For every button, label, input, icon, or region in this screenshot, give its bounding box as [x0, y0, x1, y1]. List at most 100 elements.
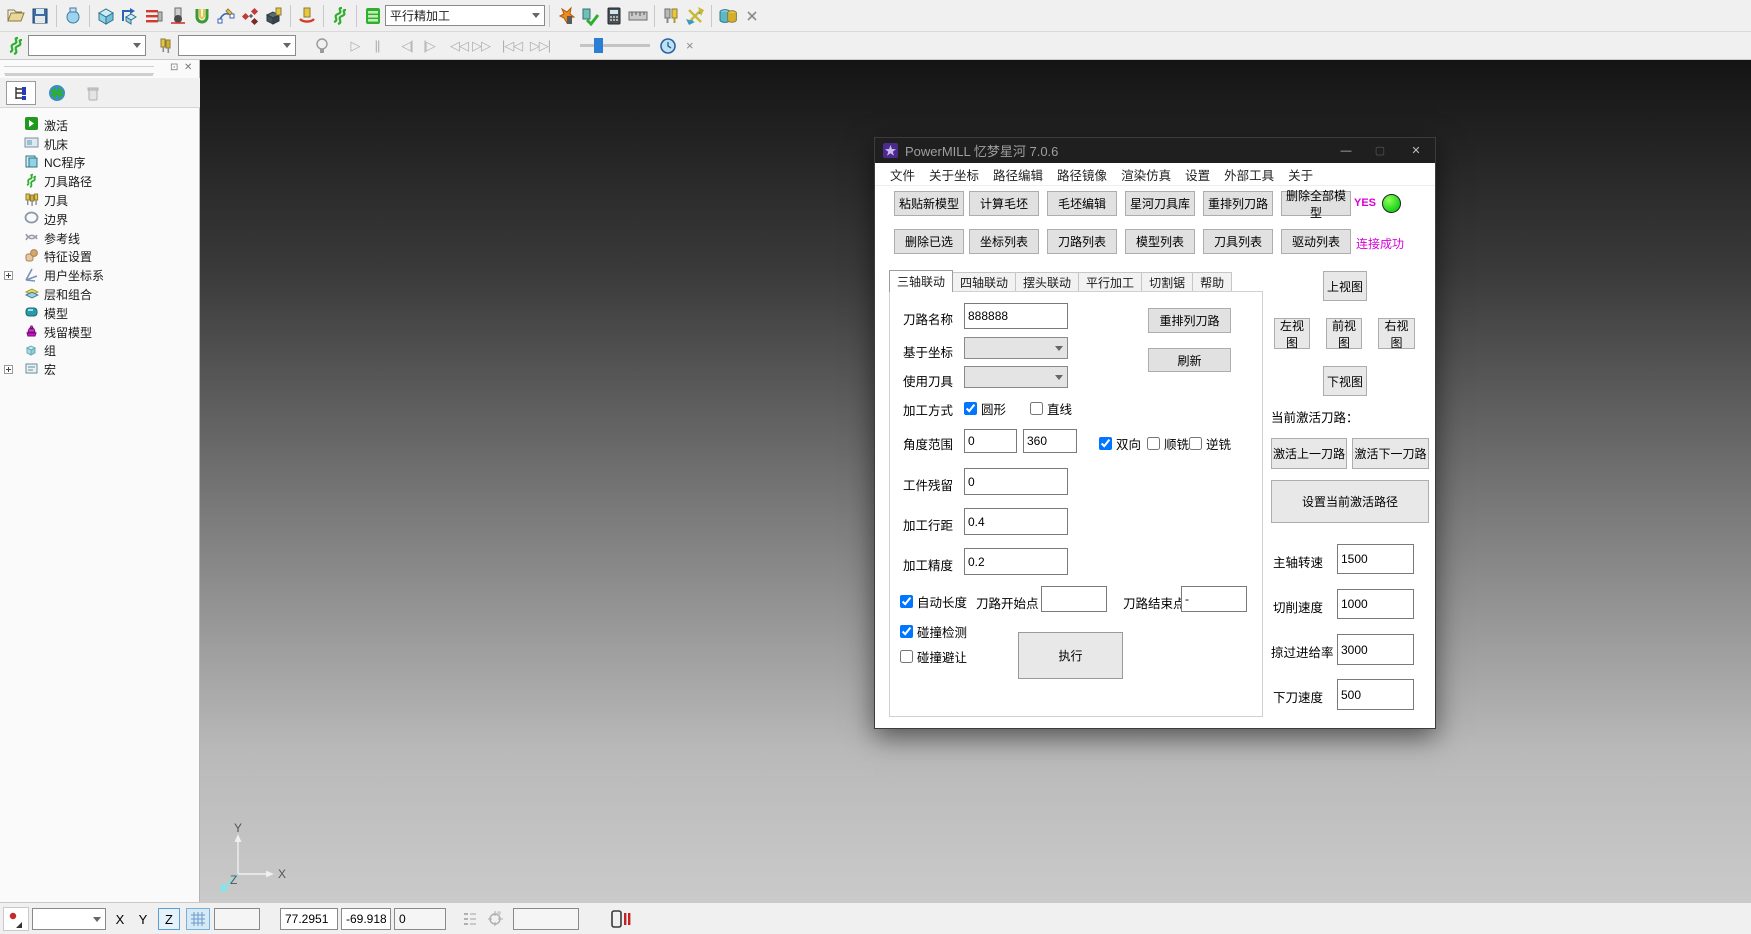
toolpath-list-button[interactable]: 刀路列表: [1047, 229, 1117, 254]
curve-editor-icon[interactable]: [214, 4, 238, 28]
menu-external-tools[interactable]: 外部工具: [1217, 163, 1281, 185]
drive-list-button[interactable]: 驱动列表: [1281, 229, 1351, 254]
tree-item-nc-program[interactable]: NC程序: [0, 154, 200, 173]
tree-item-models[interactable]: 模型: [0, 304, 200, 323]
use-tool-dropdown[interactable]: [964, 366, 1068, 388]
model-list-button[interactable]: 模型列表: [1125, 229, 1195, 254]
grid-size-field[interactable]: [214, 908, 260, 930]
clock-icon[interactable]: [656, 34, 680, 58]
save-project-icon[interactable]: [28, 4, 52, 28]
angle-to-input[interactable]: [1023, 429, 1077, 453]
grid-toggle-button[interactable]: [186, 908, 210, 930]
tool-pair-icon[interactable]: [659, 4, 683, 28]
climb-mill-checkbox[interactable]: 顺铣: [1147, 434, 1189, 453]
explorer-web-button[interactable]: [42, 81, 72, 105]
tool-verify-icon[interactable]: [578, 4, 602, 28]
menu-about-coords[interactable]: 关于坐标: [922, 163, 986, 185]
tree-item-patterns[interactable]: 参考线: [0, 229, 200, 248]
explorer-tree-button[interactable]: [6, 81, 36, 105]
skim-feed-input[interactable]: [1337, 634, 1414, 665]
menu-about[interactable]: 关于: [1281, 163, 1320, 185]
view-right-button[interactable]: 右视图: [1378, 318, 1415, 349]
mode-circle-checkbox[interactable]: 圆形: [964, 399, 1006, 418]
tree-item-workplanes[interactable]: 用户坐标系: [0, 266, 200, 285]
cutting-feed-input[interactable]: [1337, 589, 1414, 619]
angle-from-input[interactable]: [964, 429, 1017, 453]
rewind-button[interactable]: ◁◁: [448, 38, 470, 54]
tab-tilthead[interactable]: 摆头联动: [1016, 272, 1079, 292]
expand-icon[interactable]: [4, 271, 13, 280]
tab-help[interactable]: 帮助: [1193, 272, 1232, 292]
delete-all-models-button[interactable]: 删除全部模型: [1281, 191, 1351, 216]
xyz-list-icon[interactable]: [462, 910, 478, 933]
axis-z-button[interactable]: Z: [158, 908, 180, 930]
points-icon[interactable]: [238, 4, 262, 28]
sim-toolpath-dropdown[interactable]: [28, 35, 146, 56]
tree-item-machine[interactable]: 机床: [0, 135, 200, 154]
fast-forward-button[interactable]: ▷▷: [470, 38, 492, 54]
tab-parallel[interactable]: 平行加工: [1079, 272, 1142, 292]
play-button[interactable]: ▷: [344, 38, 366, 54]
calculator-icon[interactable]: [602, 4, 626, 28]
block-tool-icon[interactable]: [262, 4, 286, 28]
panel-close-icon[interactable]: ✕: [184, 62, 192, 73]
tool-list-button[interactable]: 刀具列表: [1203, 229, 1273, 254]
statusbar-dropdown[interactable]: [32, 908, 106, 930]
auto-length-checkbox[interactable]: 自动长度: [900, 592, 967, 611]
tree-item-feature-sets[interactable]: 特征设置: [0, 248, 200, 267]
axis-x-button[interactable]: X: [111, 908, 129, 930]
tree-item-groups[interactable]: 组: [0, 342, 200, 361]
locate-icon[interactable]: [486, 909, 504, 932]
rearrange-button[interactable]: 重排列刀路: [1148, 308, 1231, 333]
menu-file[interactable]: 文件: [883, 163, 922, 185]
open-project-icon[interactable]: [4, 4, 28, 28]
mode-line-checkbox[interactable]: 直线: [1030, 399, 1072, 418]
block-toolpath-icon[interactable]: [118, 4, 142, 28]
panel-grip[interactable]: [4, 66, 154, 74]
close-button[interactable]: ✕: [1399, 138, 1433, 163]
menu-path-edit[interactable]: 路径编辑: [986, 163, 1050, 185]
view-bottom-button[interactable]: 下视图: [1323, 366, 1367, 396]
end-point-input[interactable]: [1181, 586, 1247, 612]
delete-selected-button[interactable]: 删除已选: [894, 229, 964, 254]
phone-pause-icon[interactable]: [610, 909, 632, 934]
lightbulb-icon[interactable]: [310, 34, 334, 58]
tree-item-toolpaths[interactable]: 刀具路径: [0, 172, 200, 191]
coord-list-button[interactable]: 坐标列表: [969, 229, 1039, 254]
toolpath-spring-icon[interactable]: [328, 4, 352, 28]
stock-edit-button[interactable]: 毛坯编辑: [1047, 191, 1117, 216]
maximize-button[interactable]: ▢: [1363, 138, 1397, 163]
menu-settings[interactable]: 设置: [1178, 163, 1217, 185]
menu-path-mirror[interactable]: 路径镜像: [1050, 163, 1114, 185]
calc-stock-button[interactable]: 计算毛坯: [969, 191, 1039, 216]
block-icon[interactable]: [94, 4, 118, 28]
stock-allowance-input[interactable]: [964, 468, 1068, 495]
tab-3axis[interactable]: 三轴联动: [889, 270, 953, 292]
tree-item-macros[interactable]: 宏: [0, 360, 200, 379]
tree-item-tools[interactable]: 刀具: [0, 191, 200, 210]
tool-arc-icon[interactable]: [295, 4, 319, 28]
paste-new-model-button[interactable]: 粘贴新模型: [894, 191, 964, 216]
stepover-input[interactable]: [964, 508, 1068, 535]
ruler-icon[interactable]: [626, 4, 650, 28]
conventional-mill-checkbox[interactable]: 逆铣: [1189, 434, 1231, 453]
view-front-button[interactable]: 前视图: [1326, 318, 1362, 349]
toolbar-close-icon[interactable]: ×: [686, 38, 694, 53]
step-back-button[interactable]: ◁|: [396, 38, 418, 54]
rearrange-toolpaths-button[interactable]: 重排列刀路: [1203, 191, 1273, 216]
sim-speed-slider[interactable]: [580, 44, 650, 47]
boundary-icon[interactable]: [190, 4, 214, 28]
toolbar-close-icon[interactable]: [740, 4, 764, 28]
view-left-button[interactable]: 左视图: [1274, 318, 1310, 349]
expand-icon[interactable]: [4, 365, 13, 374]
collision-avoid-checkbox[interactable]: 碰撞避让: [900, 647, 967, 666]
tab-saw[interactable]: 切割锯: [1142, 272, 1193, 292]
transform-icon[interactable]: [683, 4, 707, 28]
pattern-finish-icon[interactable]: [142, 4, 166, 28]
pause-button[interactable]: ||: [366, 38, 388, 53]
execute-button[interactable]: 执行: [1018, 632, 1123, 679]
dialog-titlebar[interactable]: PowerMILL 忆梦星河 7.0.6 — ▢ ✕: [875, 138, 1435, 163]
activate-next-button[interactable]: 激活下一刀路: [1352, 438, 1429, 469]
go-start-button[interactable]: |◁◁: [498, 38, 526, 54]
spindle-speed-input[interactable]: [1337, 544, 1414, 574]
